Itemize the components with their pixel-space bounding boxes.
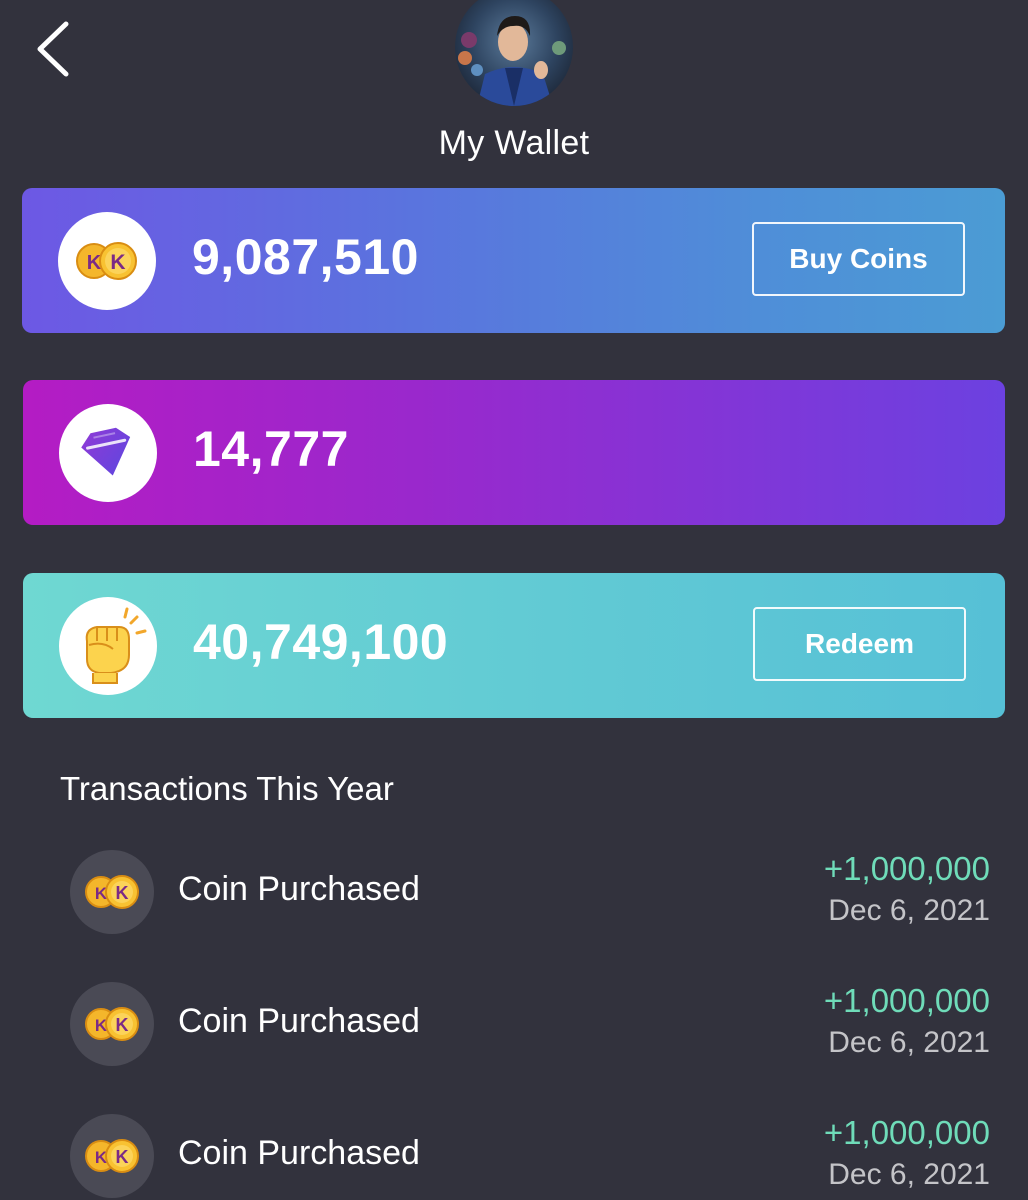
transactions-title: Transactions This Year bbox=[60, 770, 394, 807]
gems-icon-wrapper bbox=[59, 404, 157, 502]
gems-balance-card: 14,777 bbox=[23, 380, 1005, 525]
transaction-icon-wrapper: K K bbox=[70, 982, 154, 1066]
transaction-row[interactable]: K K Coin Purchased +1,000,000 Dec 6, 202… bbox=[0, 850, 1028, 950]
rewards-balance-card: 40,749,100 Redeem bbox=[23, 573, 1005, 718]
chevron-left-icon bbox=[37, 21, 69, 77]
buy-coins-button[interactable]: Buy Coins bbox=[752, 222, 965, 296]
avatar[interactable] bbox=[455, 0, 573, 106]
back-button[interactable] bbox=[22, 14, 82, 84]
svg-text:K: K bbox=[110, 251, 125, 274]
transaction-date: Dec 6, 2021 bbox=[828, 1026, 990, 1059]
kk-coins-icon: K K bbox=[85, 1007, 139, 1041]
transaction-label: Coin Purchased bbox=[178, 1134, 420, 1172]
transaction-amount: +1,000,000 bbox=[823, 982, 990, 1019]
kk-coins-icon: K K bbox=[85, 1139, 139, 1173]
transaction-icon-wrapper: K K bbox=[70, 850, 154, 934]
coins-amount: 9,087,510 bbox=[192, 229, 419, 285]
transaction-date: Dec 6, 2021 bbox=[828, 894, 990, 927]
svg-text:K: K bbox=[116, 1147, 129, 1167]
svg-text:K: K bbox=[116, 1015, 129, 1035]
transaction-amount: +1,000,000 bbox=[823, 850, 990, 887]
coins-icon-wrapper: K K bbox=[58, 212, 156, 310]
transaction-amount: +1,000,000 bbox=[823, 1114, 990, 1151]
diamond-icon bbox=[81, 427, 131, 476]
avatar-image bbox=[455, 0, 573, 106]
transaction-row[interactable]: K K Coin Purchased +1,000,000 Dec 6, 202… bbox=[0, 982, 1028, 1082]
svg-text:K: K bbox=[116, 883, 129, 903]
transaction-row[interactable]: K K Coin Purchased +1,000,000 Dec 6, 202… bbox=[0, 1114, 1028, 1200]
redeem-button[interactable]: Redeem bbox=[753, 607, 966, 681]
gems-amount: 14,777 bbox=[193, 421, 349, 477]
coins-balance-card: K K 9,087,510 Buy Coins bbox=[22, 188, 1005, 333]
transaction-icon-wrapper: K K bbox=[70, 1114, 154, 1198]
kk-coins-icon: K K bbox=[76, 242, 137, 280]
transaction-date: Dec 6, 2021 bbox=[828, 1158, 990, 1191]
rewards-icon-wrapper bbox=[59, 597, 157, 695]
page-title: My Wallet bbox=[438, 124, 590, 162]
rewards-amount: 40,749,100 bbox=[193, 614, 449, 670]
fist-icon bbox=[85, 607, 147, 684]
kk-coins-icon: K K bbox=[85, 875, 139, 909]
transaction-label: Coin Purchased bbox=[178, 870, 420, 908]
wallet-page: My Wallet K K 9,087,510 Buy Coins 14,777… bbox=[0, 0, 1028, 1200]
transaction-label: Coin Purchased bbox=[178, 1002, 420, 1040]
